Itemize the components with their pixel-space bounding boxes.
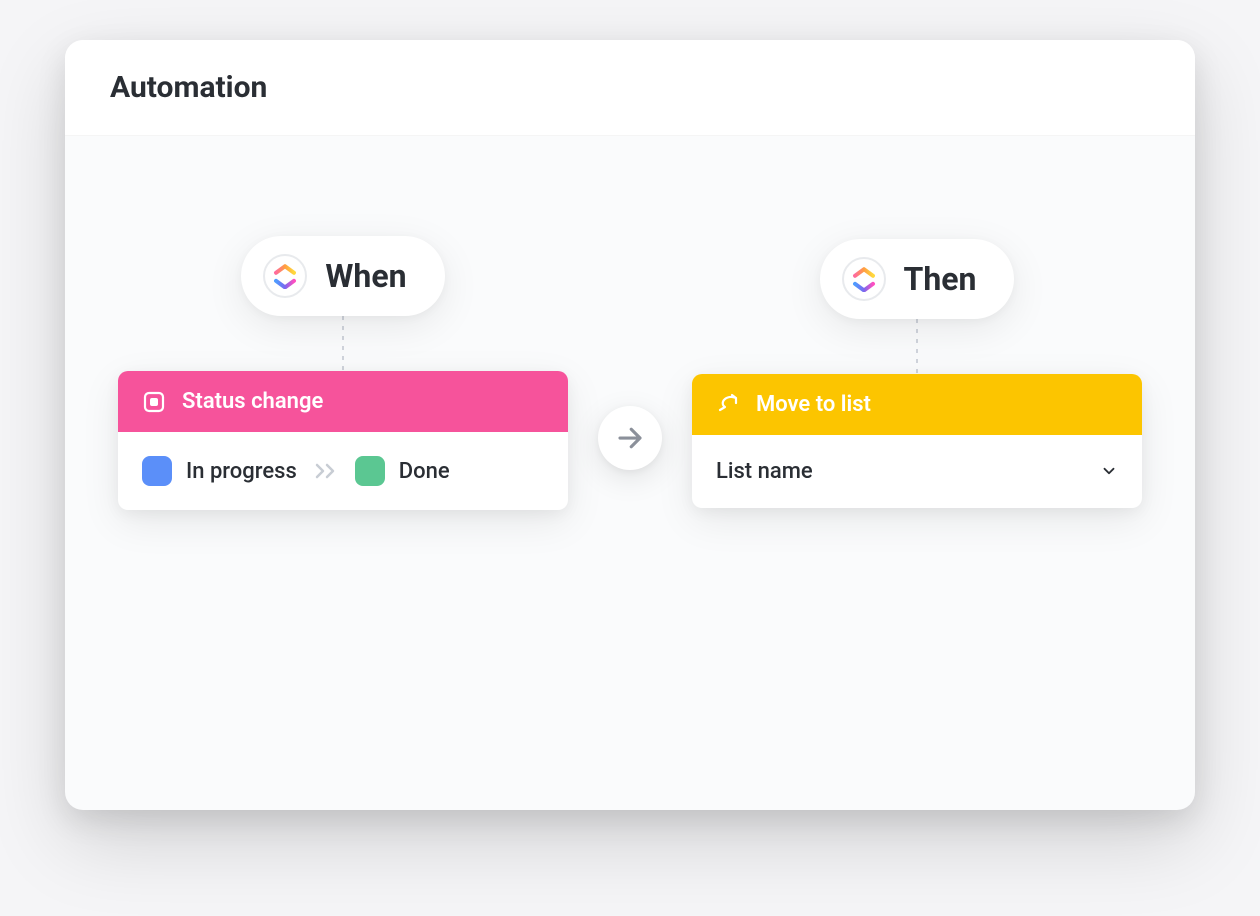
then-column: Then Move to list List name [692, 239, 1142, 508]
move-icon [716, 392, 740, 416]
chevron-down-icon [1100, 462, 1118, 480]
trigger-body: In progress Done [118, 432, 568, 510]
then-connector-line [916, 319, 918, 374]
list-select[interactable]: List name [692, 435, 1142, 508]
when-pill: When [241, 236, 444, 316]
action-header: Move to list [692, 374, 1142, 435]
to-status-label: Done [399, 459, 450, 484]
status-icon [142, 390, 166, 414]
list-placeholder: List name [716, 459, 813, 484]
panel-header: Automation [65, 40, 1195, 136]
clickup-logo-icon [842, 257, 886, 301]
flow-arrow-icon [598, 406, 662, 470]
transition-chevron-icon [315, 463, 337, 479]
then-pill: Then [820, 239, 1015, 319]
from-status-swatch [142, 456, 172, 486]
action-label: Move to list [756, 392, 871, 417]
trigger-label: Status change [182, 389, 323, 414]
trigger-header: Status change [118, 371, 568, 432]
from-status-label: In progress [186, 459, 297, 484]
when-connector-line [342, 316, 344, 371]
automation-panel: Automation [65, 40, 1195, 810]
when-column: When Status change In progress [118, 236, 568, 510]
page-title: Automation [110, 70, 1150, 105]
action-card[interactable]: Move to list List name [692, 374, 1142, 508]
then-label: Then [904, 260, 977, 298]
automation-flow: When Status change In progress [65, 136, 1195, 560]
trigger-card[interactable]: Status change In progress Done [118, 371, 568, 510]
to-status-swatch [355, 456, 385, 486]
clickup-logo-icon [263, 254, 307, 298]
when-label: When [325, 257, 406, 295]
